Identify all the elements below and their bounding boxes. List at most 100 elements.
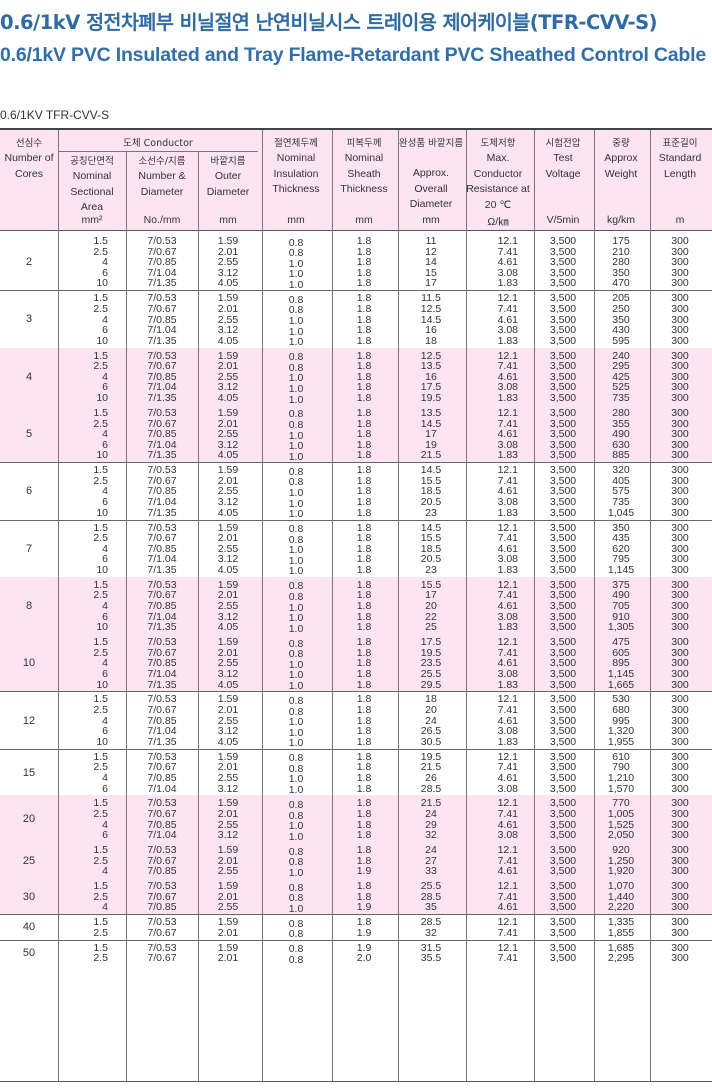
cores-count: 8 — [25, 599, 33, 612]
cell-voltage: 3,500 — [549, 808, 577, 820]
cell-length: 300 — [671, 667, 689, 680]
cell-insulation: 1.0 — [288, 737, 304, 750]
unit-ins: mm — [287, 214, 305, 226]
cell-length: 300 — [671, 392, 689, 405]
cell-od: 2.01 — [217, 926, 239, 939]
cell-area: 10 — [96, 621, 108, 634]
cell-area: 10 — [96, 449, 108, 462]
cell-sheath: 1.8 — [356, 678, 372, 691]
cell-area: 4 — [102, 313, 108, 326]
cell-weight: 250 — [612, 302, 630, 315]
cell-sheath: 1.8 — [356, 235, 372, 247]
cell-od: 2.01 — [217, 952, 239, 965]
cell-weight: 1,005 — [607, 808, 635, 820]
cores-count: 10 — [22, 657, 36, 670]
column-divider — [650, 130, 651, 1081]
cell-wire: 7/0.85 — [147, 901, 177, 914]
cell-od: 4.05 — [217, 563, 239, 576]
cell-sheath: 1.8 — [356, 829, 372, 842]
cell-insulation: 1.0 — [288, 508, 304, 521]
column-divider — [534, 130, 535, 1081]
unit-od: mm — [219, 214, 237, 226]
cell-sheath: 1.8 — [356, 621, 372, 634]
cell-weight: 2,220 — [607, 901, 635, 914]
table-bottom-rule — [0, 1081, 712, 1082]
cell-insulation: 1.0 — [288, 680, 304, 693]
cell-area: 4 — [102, 370, 108, 383]
cell-voltage: 3,500 — [549, 865, 577, 878]
cell-wire: 7/1.04 — [147, 829, 177, 842]
title-english: 0.6/1kV PVC Insulated and Tray Flame-Ret… — [0, 44, 707, 66]
cell-area: 2.5 — [93, 245, 108, 258]
cell-sheath: 1.8 — [356, 782, 372, 795]
cell-overall: 23 — [425, 506, 437, 519]
cell-overall: 29.5 — [420, 678, 442, 691]
cell-od: 3.12 — [217, 782, 239, 795]
cell-weight: 1,665 — [607, 678, 635, 691]
cell-wire: 7/0.85 — [147, 771, 177, 784]
cell-length: 300 — [671, 735, 689, 748]
cell-sheath: 1.8 — [356, 392, 372, 405]
cell-od: 2.55 — [217, 901, 239, 914]
cell-voltage: 3,500 — [549, 406, 577, 419]
cores-count: 15 — [22, 766, 36, 779]
cell-insulation: 1.0 — [288, 565, 304, 578]
header-voltage-ko: 시험전압 — [545, 138, 581, 149]
cell-area: 4 — [102, 901, 108, 914]
cell-length: 300 — [671, 771, 689, 784]
cell-wire: 7/1.35 — [147, 506, 177, 519]
header-conductor-divider — [58, 151, 258, 152]
header-voltage-en: Test Voltage — [545, 152, 581, 180]
cell-resistance: 1.83 — [497, 678, 518, 691]
cell-wire: 7/1.35 — [147, 735, 177, 748]
cell-length: 300 — [671, 926, 689, 939]
cell-length: 300 — [671, 506, 689, 519]
cell-sheath: 1.9 — [356, 926, 372, 939]
cell-resistance: 1.83 — [497, 277, 518, 290]
cell-od: 2.55 — [217, 865, 239, 878]
cell-resistance: 3.08 — [497, 829, 518, 842]
cell-overall: 13.5 — [420, 406, 442, 419]
cell-area: 6 — [102, 667, 108, 680]
cell-wire: 7/0.53 — [147, 235, 177, 247]
header-bottom-rule — [0, 230, 712, 231]
cell-sheath: 1.9 — [356, 901, 372, 914]
cell-insulation: 1.0 — [288, 382, 304, 395]
cell-od: 1.59 — [217, 406, 239, 419]
cell-overall: 23 — [425, 563, 437, 576]
unit-resistance: Ω/㎞ — [487, 216, 509, 228]
cell-resistance: 7.41 — [497, 302, 518, 315]
cell-overall: 11 — [425, 235, 437, 247]
cell-resistance: 1.83 — [497, 334, 518, 347]
cores-count: 30 — [22, 890, 36, 903]
cell-weight: 1,305 — [607, 621, 635, 634]
cell-sheath: 1.8 — [356, 735, 372, 748]
cell-overall: 35 — [425, 901, 437, 914]
product-code: 0.6/1KV TFR-CVV-S — [0, 108, 110, 122]
cell-resistance: 3.08 — [497, 782, 518, 795]
cell-weight: 470 — [612, 277, 630, 290]
column-divider — [58, 130, 59, 1081]
header-cores-ko: 선심수 — [15, 138, 43, 149]
cell-insulation: 0.8 — [288, 953, 304, 966]
cell-area: 2.5 — [93, 854, 108, 867]
cell-area: 2.5 — [93, 761, 108, 774]
cell-sheath: 1.8 — [356, 667, 372, 680]
cores-count: 12 — [22, 714, 36, 727]
cell-overall: 26 — [425, 771, 437, 784]
cores-count: 7 — [25, 542, 33, 555]
cell-area: 10 — [96, 506, 108, 519]
header-od-ko: 바깥지름 — [210, 156, 246, 167]
cell-wire: 7/0.67 — [147, 302, 177, 315]
cell-area: 2.5 — [93, 589, 108, 602]
cell-insulation: 1.0 — [288, 902, 304, 915]
unit-area: mm² — [81, 214, 103, 226]
cell-weight: 1,855 — [607, 926, 635, 939]
cell-voltage: 3,500 — [549, 829, 577, 842]
header-sheath-ko: 피복두께 — [346, 138, 382, 149]
cell-area: 10 — [96, 563, 108, 576]
unit-weight: kg/km — [606, 214, 635, 226]
cell-sheath: 1.8 — [356, 334, 372, 347]
cell-length: 300 — [671, 563, 689, 576]
cell-weight: 1,955 — [607, 735, 635, 748]
